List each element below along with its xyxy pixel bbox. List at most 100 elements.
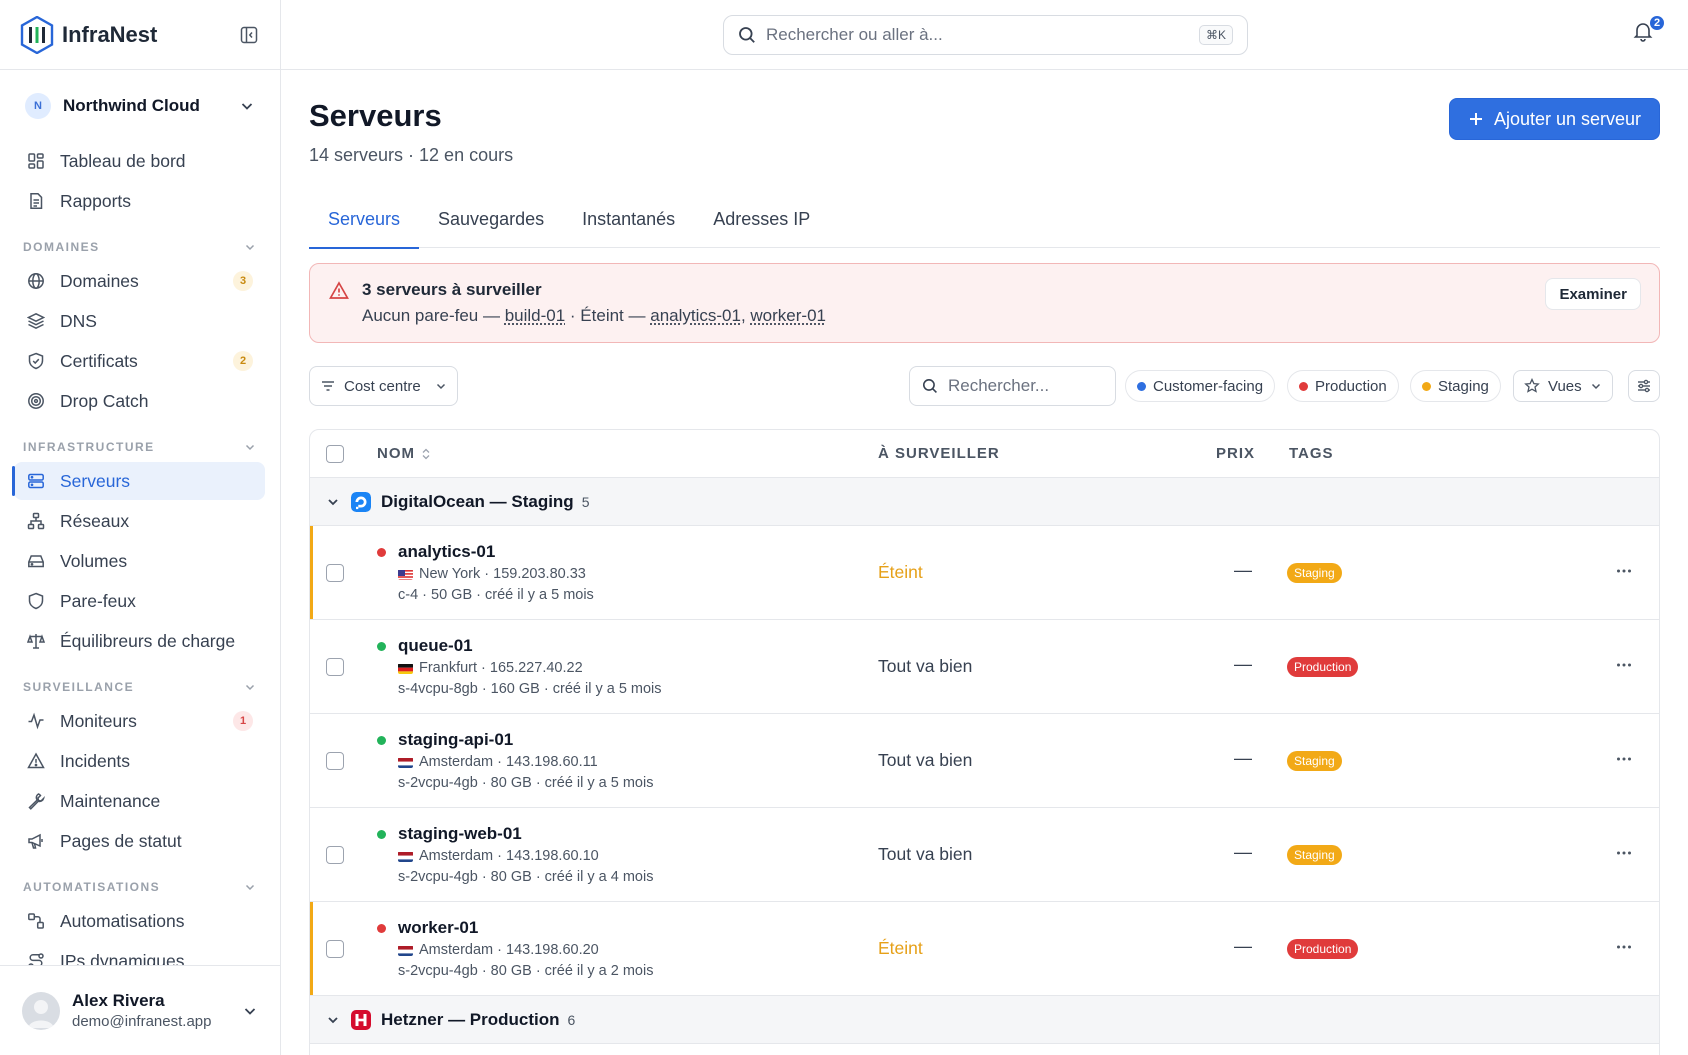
sidebar: InfraNest N Northwind Cloud Tableau de b… — [0, 0, 281, 1055]
table-row[interactable]: staging-web-01 Amsterdam · 143.198.60.10… — [310, 808, 1659, 902]
nav-moniteurs[interactable]: Moniteurs 1 — [14, 702, 265, 740]
tab-instantanes[interactable]: Instantanés — [563, 190, 694, 248]
servers-table: NOM À SURVEILLER PRIX TAGS DigitalOcean … — [309, 429, 1660, 1055]
row-checkbox[interactable] — [326, 940, 344, 958]
sidebar-collapse-icon[interactable] — [238, 24, 260, 46]
views-dropdown[interactable]: Vues — [1513, 370, 1613, 402]
row-checkbox[interactable] — [326, 564, 344, 582]
alert-link-analytics-01[interactable]: analytics-01 — [650, 306, 741, 325]
more-icon[interactable] — [1615, 844, 1633, 862]
nav-label: Équilibreurs de charge — [60, 630, 236, 651]
more-icon[interactable] — [1615, 562, 1633, 580]
warning-icon — [329, 281, 349, 299]
nav-incidents[interactable]: Incidents — [14, 742, 265, 780]
server-spec: s-2vcpu-4gb · 80 GB · créé il y a 5 mois — [398, 775, 654, 791]
group-header[interactable]: DigitalOcean — Staging 5 — [310, 478, 1659, 526]
layers-icon — [26, 311, 46, 331]
nl-flag-icon — [398, 757, 413, 768]
server-spec: s-2vcpu-4gb · 80 GB · créé il y a 2 mois — [398, 963, 654, 979]
location-text: Amsterdam · 143.198.60.11 — [419, 754, 598, 770]
server-name[interactable]: queue-01 — [398, 636, 473, 656]
tab-sauvegardes[interactable]: Sauvegardes — [419, 190, 563, 248]
tag-badge[interactable]: Production — [1287, 939, 1359, 959]
section-surveillance[interactable]: SURVEILLANCE — [23, 678, 256, 696]
examine-button[interactable]: Examiner — [1545, 278, 1641, 310]
wrench-icon — [26, 791, 46, 811]
scale-icon — [26, 631, 46, 651]
sliders-icon — [1638, 379, 1650, 393]
table-row[interactable]: queue-01 Frankfurt · 165.227.40.22 s-4vc… — [310, 620, 1659, 714]
notification-count-badge: 2 — [1648, 14, 1666, 32]
tab-adresses-ip[interactable]: Adresses IP — [694, 190, 829, 248]
nav-reports[interactable]: Rapports — [14, 182, 265, 220]
nav-certificats[interactable]: Certificats 2 — [14, 342, 265, 380]
nav-pare-feux[interactable]: Pare-feux — [14, 582, 265, 620]
nav-reseaux[interactable]: Réseaux — [14, 502, 265, 540]
section-label: AUTOMATISATIONS — [23, 880, 161, 894]
tag-badge[interactable]: Staging — [1287, 845, 1342, 865]
nav-drop-catch[interactable]: Drop Catch — [14, 382, 265, 420]
watch-status: Éteint — [878, 938, 923, 958]
group-header[interactable]: Hetzner — Production 6 — [310, 996, 1659, 1044]
nav-domaines[interactable]: Domaines 3 — [14, 262, 265, 300]
tag-badge[interactable]: Staging — [1287, 751, 1342, 771]
row-checkbox[interactable] — [326, 658, 344, 676]
server-name[interactable]: staging-api-01 — [398, 730, 513, 750]
server-location: New York · 159.203.80.33 — [398, 566, 586, 582]
alert-text: Aucun pare-feu — build-01 · Éteint — ana… — [362, 306, 826, 326]
add-server-button[interactable]: Ajouter un serveur — [1449, 98, 1660, 140]
table-search-input[interactable]: Rechercher... — [909, 366, 1116, 406]
tab-serveurs[interactable]: Serveurs — [309, 190, 420, 249]
table-row[interactable]: worker-01 Amsterdam · 143.198.60.20 s-2v… — [310, 902, 1659, 996]
cost-centre-filter[interactable]: Cost centre — [309, 366, 458, 406]
section-automatisations[interactable]: AUTOMATISATIONS — [23, 878, 256, 896]
nav-automatisations[interactable]: Automatisations — [14, 902, 265, 940]
table-row[interactable]: staging-api-01 Amsterdam · 143.198.60.11… — [310, 714, 1659, 808]
chip-staging[interactable]: Staging — [1410, 370, 1501, 402]
server-name[interactable]: analytics-01 — [398, 542, 495, 562]
nav-serveurs[interactable]: Serveurs — [12, 462, 265, 500]
server-location: Amsterdam · 143.198.60.10 — [398, 848, 599, 864]
table-row[interactable]: analytics-01 New York · 159.203.80.33 c-… — [310, 526, 1659, 620]
server-name[interactable]: staging-web-01 — [398, 824, 522, 844]
chip-customer-facing[interactable]: Customer-facing — [1125, 370, 1276, 402]
table-header: NOM À SURVEILLER PRIX TAGS — [310, 430, 1659, 478]
column-settings-button[interactable] — [1628, 370, 1660, 402]
nav-label: Certificats — [60, 350, 138, 371]
notifications-button[interactable]: 2 — [1632, 14, 1666, 46]
nav-dashboard[interactable]: Tableau de bord — [14, 142, 265, 180]
alert-link-build-01[interactable]: build-01 — [505, 306, 566, 325]
section-infrastructure[interactable]: INFRASTRUCTURE — [23, 438, 256, 456]
org-switcher[interactable]: N Northwind Cloud — [0, 70, 280, 142]
more-icon[interactable] — [1615, 656, 1633, 674]
nav-volumes[interactable]: Volumes — [14, 542, 265, 580]
alert-text-part: · Éteint — — [565, 306, 651, 325]
more-icon[interactable] — [1615, 750, 1633, 768]
row-checkbox[interactable] — [326, 846, 344, 864]
chip-label: Production — [1315, 377, 1387, 395]
hard-drive-icon — [26, 551, 46, 571]
tag-badge[interactable]: Staging — [1287, 563, 1342, 583]
add-server-label: Ajouter un serveur — [1493, 108, 1642, 129]
header-name[interactable]: NOM — [377, 445, 431, 462]
nav-equilibreurs[interactable]: Équilibreurs de charge — [14, 622, 265, 660]
tag-badge[interactable]: Production — [1287, 657, 1359, 677]
server-spec: c-4 · 50 GB · créé il y a 5 mois — [398, 587, 594, 603]
search-icon — [922, 378, 937, 393]
alert-link-worker-01[interactable]: worker-01 — [750, 306, 826, 325]
shield-check-icon — [26, 351, 46, 371]
row-checkbox[interactable] — [326, 752, 344, 770]
org-name: Northwind Cloud — [63, 96, 200, 115]
chip-production[interactable]: Production — [1287, 370, 1399, 402]
nav-maintenance[interactable]: Maintenance — [14, 782, 265, 820]
nav-pages-statut[interactable]: Pages de statut — [14, 822, 265, 860]
select-all-checkbox[interactable] — [326, 444, 344, 463]
more-icon[interactable] — [1615, 938, 1633, 956]
price: — — [1234, 936, 1252, 956]
section-domaines[interactable]: DOMAINES — [23, 238, 256, 256]
global-search-input[interactable]: Rechercher ou aller à... ⌘K — [723, 15, 1248, 55]
watch-status: Éteint — [878, 562, 923, 582]
server-name[interactable]: worker-01 — [398, 918, 478, 938]
user-menu[interactable]: Alex Rivera demo@infranest.app — [0, 965, 280, 1055]
nav-dns[interactable]: DNS — [14, 302, 265, 340]
